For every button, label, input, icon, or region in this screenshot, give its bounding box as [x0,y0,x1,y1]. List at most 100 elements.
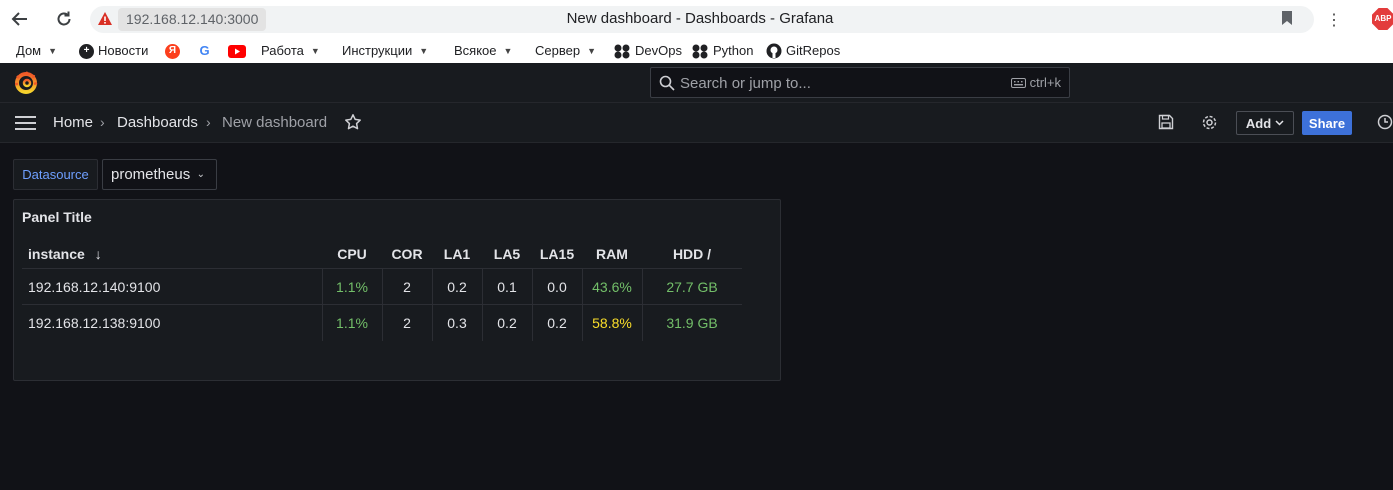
chevron-down-icon: ▼ [503,46,513,56]
bookmark-label: Всякое [454,43,497,58]
search-input[interactable]: Search or jump to... ctrl+k [650,67,1070,98]
bookmark-label: Новости [98,43,149,58]
column-header-la1[interactable]: LA1 [432,246,482,262]
bookmark-label: Работа [261,43,304,58]
cell-instance: 192.168.12.140:9100 [28,279,161,295]
grafana-top-bar: Search or jump to... ctrl+k [0,63,1393,103]
grafana-logo-icon[interactable] [14,71,38,95]
search-placeholder: Search or jump to... [680,75,811,92]
reload-button[interactable] [52,7,76,31]
dashboard-nav-bar: Home › Dashboards › New dashboard Add Sh… [0,103,1393,143]
chevron-right-icon: › [100,114,105,130]
bookmark-label: Инструкции [342,43,413,58]
save-dashboard-button[interactable] [1158,114,1174,135]
chevron-down-icon: ▼ [419,46,429,56]
browser-toolbar: 192.168.12.140:3000 New dashboard - Dash… [0,0,1393,38]
save-icon [1158,114,1174,130]
column-header-label: instance [28,246,85,262]
search-icon [659,75,675,91]
star-icon [345,114,361,130]
cell-cor: 2 [403,279,411,295]
clock-icon [1377,114,1393,130]
gear-icon [1202,115,1217,130]
search-shortcut-hint: ctrl+k [1010,75,1061,90]
cell-instance: 192.168.12.138:9100 [28,315,161,331]
column-header-cor[interactable]: COR [382,246,432,262]
browser-menu-button[interactable]: ⋮ [1326,10,1342,30]
bookmark-gitrepos[interactable]: GitRepos [766,42,840,60]
not-secure-icon[interactable] [96,10,114,28]
column-header-hdd[interactable]: HDD / [642,246,742,262]
bookmark-icon [1282,11,1292,25]
add-button-label: Add [1245,115,1272,131]
google-icon: G [197,43,212,59]
chevron-down-icon: ▼ [310,46,320,56]
shortcut-text: ctrl+k [1029,75,1061,90]
column-header-la5[interactable]: LA5 [482,246,532,262]
people-icon [614,44,630,58]
back-button[interactable] [8,7,32,31]
column-header-instance[interactable]: instance ↓ [28,246,102,262]
bookmark-label: Дом [16,43,42,58]
reload-icon [57,11,71,26]
add-button[interactable]: Add [1236,111,1294,135]
bookmark-youtube[interactable] [228,42,246,60]
datasource-variable-label: Datasource [13,159,98,190]
cell-cpu: 1.1% [336,315,368,331]
cell-la5: 0.2 [497,315,517,331]
bookmark-label: DevOps [635,43,682,58]
cell-ram: 58.8% [592,315,632,331]
cell-hdd: 31.9 GB [666,315,718,331]
time-picker-button[interactable] [1377,114,1393,135]
column-header-cpu[interactable]: CPU [322,246,382,262]
bookmark-yandex[interactable]: Я [165,42,180,60]
plus-circle-icon: + [79,43,94,59]
dashboard-settings-button[interactable] [1201,114,1218,136]
column-header-ram[interactable]: RAM [582,246,642,262]
arrow-left-icon [11,12,27,26]
bookmark-page-button[interactable] [1280,10,1294,31]
cell-cpu: 1.1% [336,279,368,295]
cell-la15: 0.0 [547,279,567,295]
cell-la1: 0.3 [447,315,467,331]
yandex-icon: Я [165,43,180,59]
share-button[interactable]: Share [1302,111,1352,135]
breadcrumb-home[interactable]: Home [53,114,93,132]
cell-la15: 0.2 [547,315,567,331]
mark-favorite-button[interactable] [344,113,362,136]
column-header-la15[interactable]: LA15 [532,246,582,262]
bookmark-label: Сервер [535,43,581,58]
tab-title: New dashboard - Dashboards - Grafana [566,10,834,27]
menu-icon[interactable] [15,116,36,130]
cell-la5: 0.1 [497,279,517,295]
bookmark-folder-misc[interactable]: Всякое ▼ [454,42,512,60]
url-text: 192.168.12.140:3000 [118,8,267,31]
bookmark-folder-instructions[interactable]: Инструкции ▼ [342,42,428,60]
breadcrumb-dashboards[interactable]: Dashboards [117,114,198,132]
datasource-select-value: prometheus [111,166,191,183]
adblock-extension-icon[interactable]: ABP [1372,8,1393,30]
bookmark-devops[interactable]: DevOps [614,42,682,60]
bookmark-label: GitRepos [786,43,841,58]
breadcrumb-current: New dashboard [222,114,328,131]
sort-descending-icon: ↓ [94,246,102,262]
bookmark-folder-home[interactable]: Дом ▼ [16,42,57,60]
chevron-down-icon [1275,120,1284,126]
bookmark-folder-work[interactable]: Работа ▼ [261,42,320,60]
table-panel[interactable]: Panel Title instance ↓ CPU COR LA1 LA5 L… [13,199,781,381]
cell-cor: 2 [403,315,411,331]
bookmarks-bar: Дом ▼ + Новости Я G Работа ▼ Инструкции ▼ В… [0,38,1393,63]
chevron-right-icon: › [206,114,211,130]
keyboard-icon [1010,77,1026,88]
bookmark-news[interactable]: + Новости [79,42,148,60]
panel-title[interactable]: Panel Title [22,209,92,225]
datasource-select[interactable]: prometheus ⌄ [102,159,217,190]
bookmark-google[interactable]: G [197,42,212,60]
bookmark-folder-server[interactable]: Сервер ▼ [535,42,596,60]
chevron-down-icon: ▼ [587,46,596,56]
bookmark-label: Python [713,43,754,58]
bookmark-python[interactable]: Python [692,42,753,60]
cell-hdd: 27.7 GB [666,279,718,295]
chevron-down-icon: ▼ [48,46,58,56]
cell-la1: 0.2 [447,279,467,295]
